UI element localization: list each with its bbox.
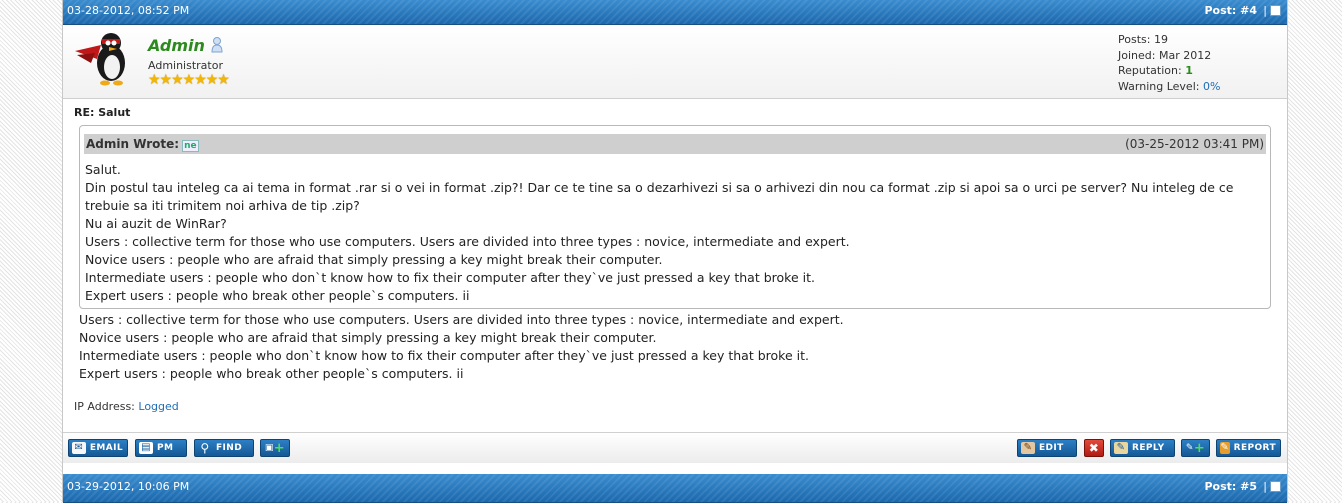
- ip-label: IP Address:: [74, 400, 135, 413]
- post-header-bar: 03-28-2012, 08:52 PM Post: #4 |: [63, 0, 1287, 25]
- offline-status-icon: [211, 37, 223, 53]
- quote-source-icon[interactable]: ne: [182, 140, 199, 152]
- multiquote-checkbox[interactable]: [1270, 481, 1281, 492]
- post-date: 03-28-2012, 08:52 PM: [67, 4, 190, 17]
- post-action-bar: ✉ EMAIL ▤ PM ⚲ FIND ▣ + ✎ EDIT ✖ ✎ REPLY ✎ + ✎ R…: [63, 432, 1287, 463]
- envelope-icon: ✉: [72, 442, 86, 454]
- post-number-link[interactable]: Post: #5: [1204, 480, 1257, 493]
- quote-icon: ✎: [1185, 443, 1194, 453]
- user-icon: ▣: [264, 443, 274, 453]
- edit-button[interactable]: ✎ EDIT: [1017, 439, 1077, 457]
- quote-header: Admin Wrote: ne (03-25-2012 03:41 PM): [84, 134, 1266, 154]
- delete-button[interactable]: ✖: [1084, 439, 1104, 457]
- email-button[interactable]: ✉ EMAIL: [68, 439, 128, 457]
- warning-value[interactable]: 0%: [1203, 80, 1220, 93]
- joined-label: Joined:: [1118, 48, 1156, 62]
- plus-icon: +: [273, 440, 286, 456]
- report-button-label: REPORT: [1233, 443, 1276, 453]
- magnifier-icon: ⚲: [200, 441, 210, 455]
- delete-x-icon: ✖: [1088, 441, 1100, 455]
- reply-button-label: REPLY: [1132, 443, 1165, 453]
- author-stats: Posts: 19 Joined: Mar 2012 Reputation: 1…: [1118, 32, 1220, 94]
- body-line: Intermediate users : people who don`t kn…: [79, 348, 809, 363]
- body-line: Expert users : people who break other pe…: [79, 366, 464, 381]
- next-post-header-bar: 03-29-2012, 10:06 PM Post: #5 |: [63, 474, 1287, 503]
- quote-line: Intermediate users : people who don`t kn…: [85, 270, 815, 285]
- reply-button[interactable]: ✎ REPLY: [1110, 439, 1175, 457]
- user-title: Administrator: [148, 59, 223, 72]
- quote-line: Novice users : people who are afraid tha…: [85, 252, 663, 267]
- quote-date: (03-25-2012 03:41 PM): [1125, 137, 1264, 151]
- quote-line: Din postul tau inteleg ca ai tema in for…: [85, 180, 1234, 213]
- quote-author: Admin Wrote: ne: [86, 137, 199, 152]
- report-icon: ✎: [1220, 442, 1230, 454]
- email-button-label: EMAIL: [89, 443, 123, 453]
- edit-button-label: EDIT: [1039, 443, 1064, 453]
- post-number[interactable]: Post: #5: [1204, 480, 1257, 493]
- post-number[interactable]: Post: #4: [1204, 4, 1257, 17]
- separator: |: [1263, 480, 1267, 493]
- quote-line: Nu ai auzit de WinRar?: [85, 216, 227, 231]
- quote-body: Salut. Din postul tau inteleg ca ai tema…: [85, 161, 1266, 305]
- multiquote-checkbox[interactable]: [1270, 5, 1281, 16]
- quote-block: Admin Wrote: ne (03-25-2012 03:41 PM) Sal…: [79, 125, 1271, 309]
- post-number-link[interactable]: Post: #4: [1204, 4, 1257, 17]
- quote-line: Users : collective term for those who us…: [85, 234, 850, 249]
- post-body: Users : collective term for those who us…: [79, 311, 1279, 383]
- warning-stat: Warning Level: 0%: [1118, 79, 1220, 95]
- rank-stars-icon: ★★★★★★★: [148, 72, 230, 88]
- post-subject: RE: Salut: [74, 106, 131, 119]
- pm-button[interactable]: ▤ PM: [135, 439, 187, 457]
- separator: |: [1263, 4, 1267, 17]
- pencil-icon: ✎: [1021, 442, 1035, 454]
- joined-stat: Joined: Mar 2012: [1118, 48, 1220, 64]
- add-buddy-button[interactable]: ▣ +: [260, 439, 290, 457]
- find-button-label: FIND: [216, 443, 243, 453]
- report-button[interactable]: ✎ REPORT: [1216, 439, 1281, 457]
- ip-logged-link[interactable]: Logged: [138, 400, 178, 413]
- username[interactable]: Admin: [148, 36, 205, 55]
- posts-value: 19: [1153, 33, 1168, 46]
- post-container: 03-28-2012, 08:52 PM Post: #4 | Admin Ad…: [62, 0, 1288, 503]
- author-info: Admin Administrator ★★★★★★★ Posts: 19 Jo…: [63, 25, 1287, 99]
- avatar[interactable]: [71, 29, 135, 87]
- reputation-label: Reputation:: [1118, 64, 1182, 77]
- post-date: 03-29-2012, 10:06 PM: [67, 480, 190, 493]
- body-line: Users : collective term for those who us…: [79, 312, 844, 327]
- quote-line: Expert users : people who break other pe…: [85, 288, 470, 303]
- multiquote-button[interactable]: ✎ +: [1181, 439, 1210, 457]
- posts-stat: Posts: 19: [1118, 32, 1220, 48]
- reputation-stat: Reputation: 1: [1118, 63, 1220, 79]
- body-line: Novice users : people who are afraid tha…: [79, 330, 657, 345]
- message-icon: ▤: [139, 442, 153, 454]
- plus-icon: +: [1193, 440, 1206, 456]
- posts-label: Posts:: [1118, 33, 1151, 46]
- warning-label: Warning Level:: [1118, 79, 1200, 93]
- quote-line: Salut.: [85, 162, 121, 177]
- find-button[interactable]: ⚲ FIND: [194, 439, 254, 457]
- quote-author-label: Admin Wrote:: [86, 137, 180, 151]
- joined-value: Mar 2012: [1158, 48, 1212, 62]
- ip-address: IP Address: Logged: [74, 400, 179, 413]
- reply-icon: ✎: [1114, 442, 1128, 454]
- pm-button-label: PM: [157, 443, 174, 453]
- reputation-value[interactable]: 1: [1185, 64, 1193, 77]
